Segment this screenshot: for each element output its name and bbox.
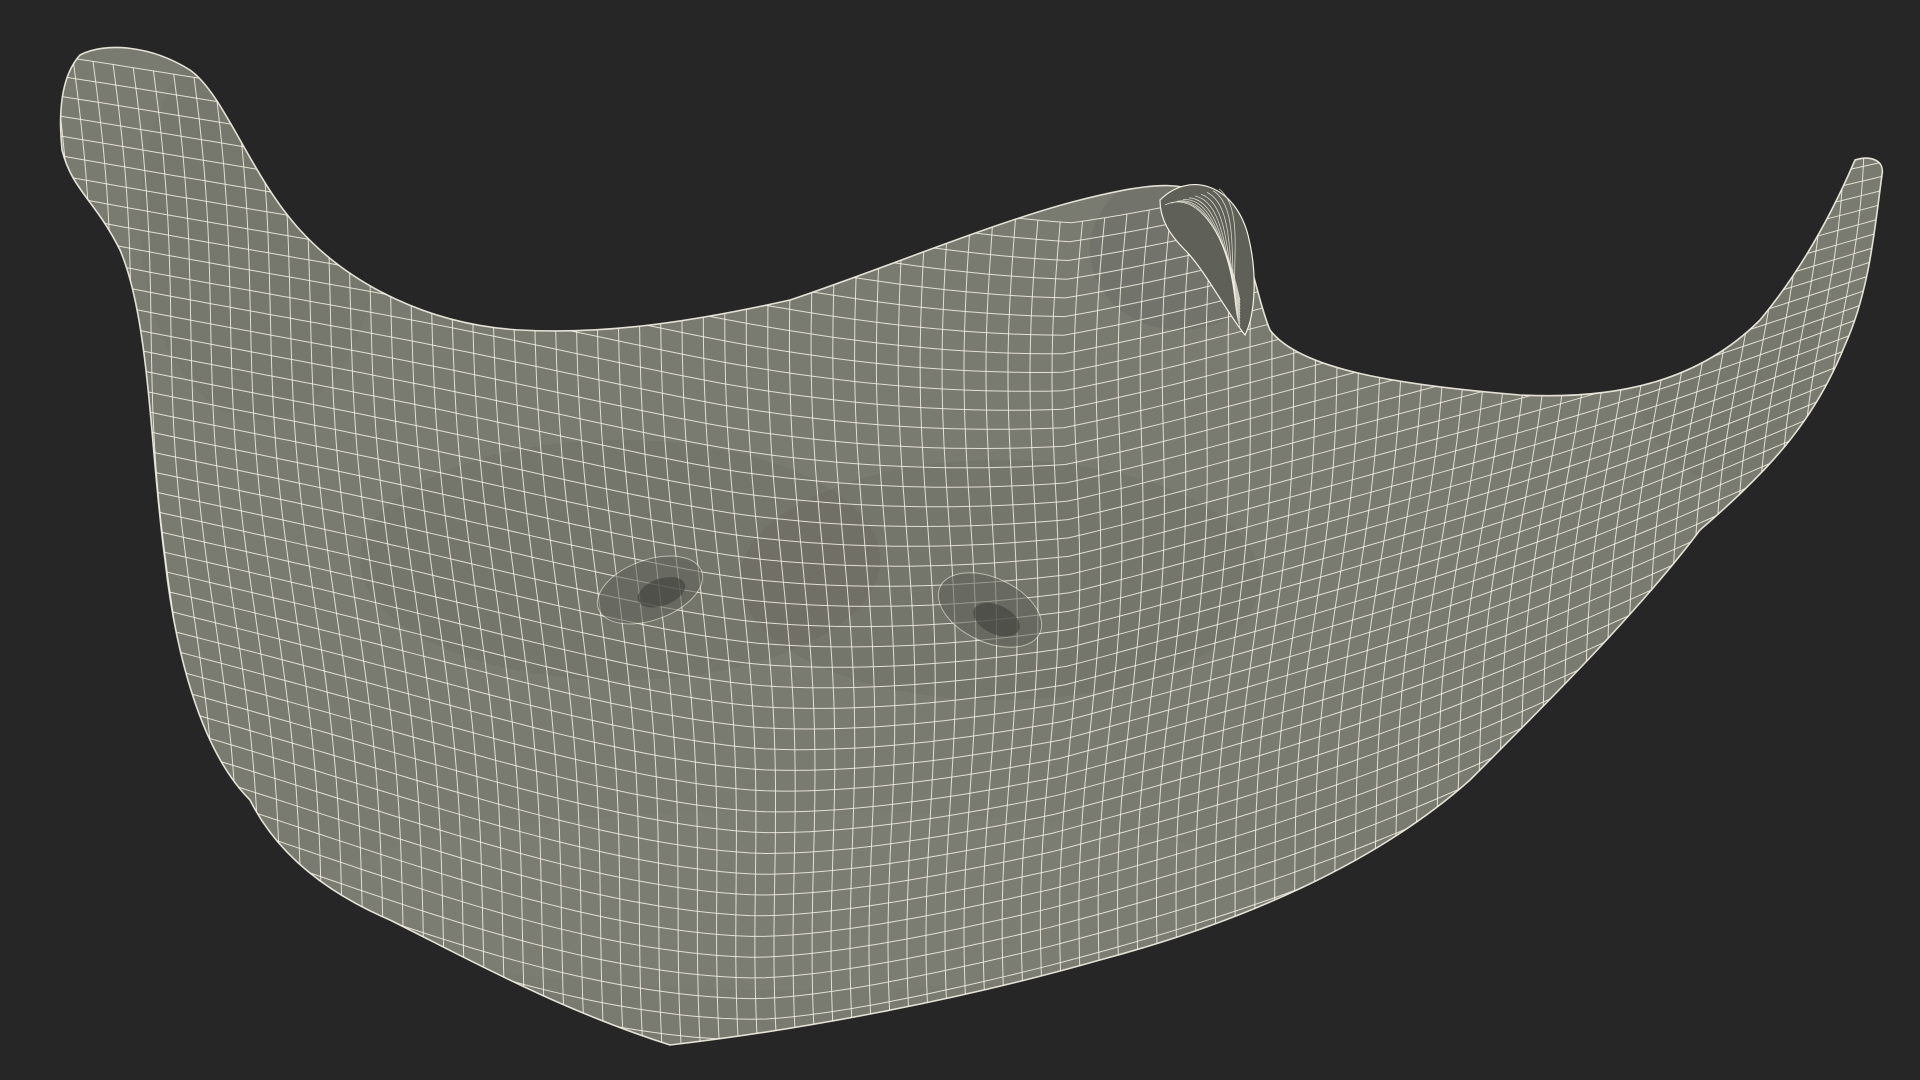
manta-ray-mesh[interactable] [0, 0, 1920, 1080]
3d-viewport[interactable] [0, 0, 1920, 1080]
